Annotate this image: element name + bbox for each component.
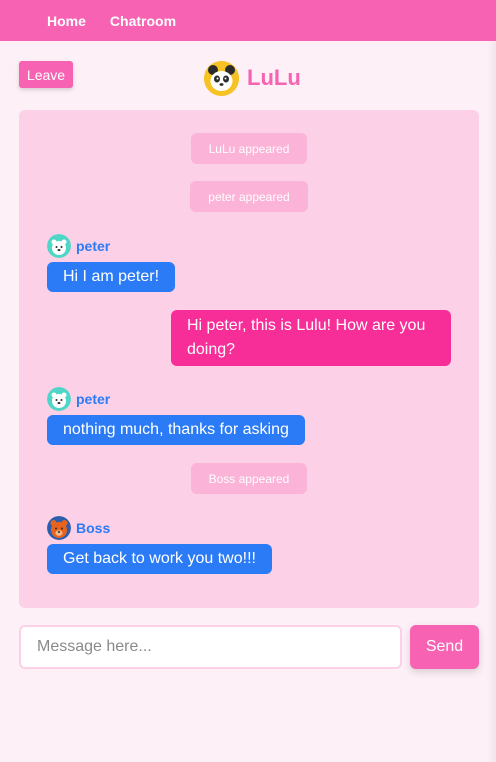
chat-bubble: nothing much, thanks for asking (47, 415, 305, 445)
nav-link-home[interactable]: Home (47, 13, 86, 29)
message-sender: Boss (47, 516, 110, 540)
sender-name: Boss (76, 520, 111, 536)
navbar: Home Chatroom (0, 0, 496, 41)
message-input[interactable] (19, 625, 402, 669)
chat-message-list[interactable]: LuLu appeared peter appeared peter Hi I … (19, 110, 479, 608)
send-button[interactable]: Send (410, 625, 479, 669)
system-message: Boss appeared (191, 463, 307, 494)
chat-bubble: Get back to work you two!!! (47, 544, 272, 574)
room-header: LuLu (204, 60, 301, 96)
polar-bear-icon (47, 387, 71, 411)
bear-icon (47, 516, 71, 540)
chat-bubble: Hi I am peter! (47, 262, 176, 292)
leave-button[interactable]: Leave (19, 61, 73, 88)
room-title: LuLu (247, 65, 301, 90)
sender-name: peter (76, 391, 111, 407)
nav-link-chatroom[interactable]: Chatroom (110, 13, 176, 29)
message-sender: peter (47, 234, 110, 258)
panda-icon (204, 60, 239, 96)
message-sender: peter (47, 387, 110, 411)
system-message: peter appeared (190, 181, 308, 212)
polar-bear-icon (47, 234, 71, 258)
sender-name: peter (76, 238, 111, 254)
system-message: LuLu appeared (191, 133, 307, 164)
page-edge-shadow (487, 41, 496, 762)
chat-bubble-self: Hi peter, this is Lulu! How are you doin… (171, 310, 451, 366)
